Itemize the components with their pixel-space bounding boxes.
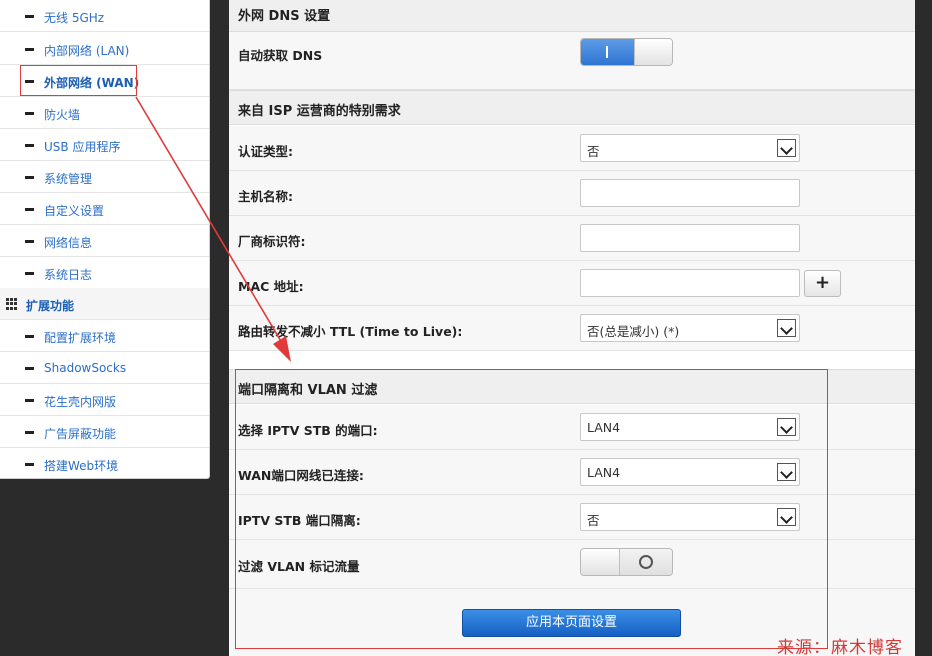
iptv-port-select[interactable]: LAN4 [580,413,800,441]
mac-row: MAC 地址: + [229,261,915,306]
sidebar-item-wireless-5ghz[interactable]: 无线 5GHz [0,0,209,32]
wan-connected-select[interactable]: LAN4 [580,458,800,486]
sidebar-item-label: 配置扩展环境 [44,331,117,345]
chevron-down-icon [777,418,796,436]
auto-dns-label: 自动获取 DNS [238,48,323,63]
sidebar-item-label: 系统管理 [44,172,93,186]
iptv-port-row: 选择 IPTV STB 的端口: LAN4 [229,405,915,450]
dash-icon [25,208,34,211]
toggle-knob [634,39,672,65]
auth-type-label: 认证类型: [238,144,293,159]
section-title: 端口隔离和 VLAN 过滤 [238,383,378,398]
ttl-label: 路由转发不减小 TTL (Time to Live): [238,324,463,339]
hostname-row: 主机名称: [229,171,915,216]
select-value: 否 [587,513,600,528]
wan-highlight-box [20,65,137,96]
sidebar-item-label: 网络信息 [44,236,93,250]
toggle-off-indicator [620,549,672,575]
sidebar-item-web-env[interactable]: 搭建Web环境 [0,448,209,480]
sidebar-item-shadowsocks[interactable]: ShadowSocks [0,352,209,384]
vendor-id-input[interactable] [580,224,800,252]
chevron-down-icon [777,319,796,337]
iptv-isolation-select[interactable]: 否 [580,503,800,531]
apply-settings-button[interactable]: 应用本页面设置 [462,609,681,637]
sidebar-item-label: 系统日志 [44,268,93,282]
hostname-input[interactable] [580,179,800,207]
select-value: 否 [587,144,600,159]
grid-icon [6,298,18,310]
dash-icon [25,240,34,243]
select-value: LAN4 [587,420,621,435]
hostname-label: 主机名称: [238,189,293,204]
ttl-row: 路由转发不减小 TTL (Time to Live): 否(总是减小) (*) [229,306,915,351]
mac-input[interactable] [580,269,800,297]
section-title: 外网 DNS 设置 [238,9,331,24]
chevron-down-icon [777,139,796,157]
toggle-knob [581,549,620,575]
vendor-id-label: 厂商标识符: [238,234,306,249]
iptv-isolation-row: IPTV STB 端口隔离: 否 [229,495,915,540]
sidebar-item-oray[interactable]: 花生壳内网版 [0,384,209,416]
dash-icon [25,463,34,466]
dash-icon [25,15,34,18]
iptv-isolation-label: IPTV STB 端口隔离: [238,513,361,528]
auto-dns-row: 自动获取 DNS [229,32,915,90]
dash-icon [25,367,34,370]
wan-connected-row: WAN端口网线已连接: LAN4 [229,450,915,495]
dash-icon [25,335,34,338]
dns-section-header: 外网 DNS 设置 [229,0,915,32]
sidebar-item-network-info[interactable]: 网络信息 [0,225,209,257]
sidebar-item-ext-config[interactable]: 配置扩展环境 [0,320,209,352]
vlan-filter-label: 过滤 VLAN 标记流量 [238,559,360,574]
main-panel: 外网 DNS 设置 自动获取 DNS 来自 ISP 运营商的特别需求 认证类型:… [229,0,915,656]
sidebar-item-system-admin[interactable]: 系统管理 [0,161,209,193]
sidebar-item-label: 内部网络 (LAN) [44,44,130,58]
dash-icon [25,399,34,402]
mac-label: MAC 地址: [238,279,304,294]
sidebar-section-extensions[interactable]: 扩展功能 [0,288,209,320]
auth-type-row: 认证类型: 否 [229,126,915,171]
sidebar-item-label: 自定义设置 [44,204,105,218]
dash-icon [25,176,34,179]
sidebar-item-label: 防火墙 [44,108,81,122]
sidebar-item-label: USB 应用程序 [44,140,121,154]
sidebar-item-custom-settings[interactable]: 自定义设置 [0,193,209,225]
section-title: 来自 ISP 运营商的特别需求 [238,104,401,119]
add-mac-button[interactable]: + [804,270,841,297]
dash-icon [25,272,34,275]
sidebar-item-label: 搭建Web环境 [44,459,119,473]
vlan-filter-toggle[interactable] [580,548,673,576]
ttl-select[interactable]: 否(总是减小) (*) [580,314,800,342]
chevron-down-icon [777,508,796,526]
wan-connected-label: WAN端口网线已连接: [238,468,364,483]
dash-icon [25,48,34,51]
dash-icon [25,431,34,434]
select-value: LAN4 [587,465,621,480]
sidebar-item-label: 花生壳内网版 [44,395,117,409]
dash-icon [25,112,34,115]
iptv-port-label: 选择 IPTV STB 的端口: [238,423,378,438]
sidebar-section-label: 扩展功能 [26,299,75,313]
auto-dns-toggle[interactable] [580,38,673,66]
dash-icon [25,144,34,147]
watermark-text: 来源：麻木博客 [777,638,903,656]
sidebar-item-system-log[interactable]: 系统日志 [0,257,209,289]
isp-section-header: 来自 ISP 运营商的特别需求 [229,90,915,125]
scrollbar-track[interactable] [915,0,932,656]
sidebar-item-label: 无线 5GHz [44,11,105,25]
sidebar-nav: 无线 5GHz 内部网络 (LAN) 外部网络 (WAN) 防火墙 USB 应用… [0,0,210,479]
toggle-on-indicator [581,39,634,65]
sidebar-item-usb-apps[interactable]: USB 应用程序 [0,129,209,161]
vlan-section-header: 端口隔离和 VLAN 过滤 [229,369,915,404]
sidebar-item-adblock[interactable]: 广告屏蔽功能 [0,416,209,448]
sidebar-item-label: ShadowSocks [44,361,127,375]
auth-type-select[interactable]: 否 [580,134,800,162]
vlan-filter-row: 过滤 VLAN 标记流量 [229,540,915,589]
sidebar-item-lan[interactable]: 内部网络 (LAN) [0,33,209,65]
select-value: 否(总是减小) (*) [587,324,680,339]
vendor-id-row: 厂商标识符: [229,216,915,261]
sidebar-item-label: 广告屏蔽功能 [44,427,117,441]
sidebar-item-firewall[interactable]: 防火墙 [0,97,209,129]
chevron-down-icon [777,463,796,481]
